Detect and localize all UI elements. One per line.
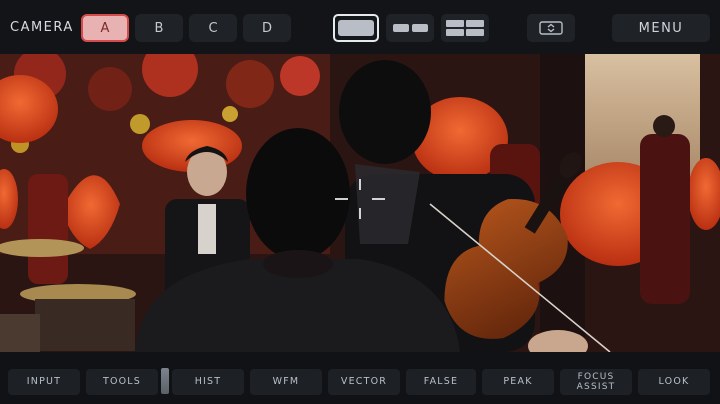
swap-arrows-icon (539, 21, 563, 35)
focus-assist-label-1: FOCUS (577, 372, 615, 382)
quad-view-button[interactable] (441, 14, 489, 42)
single-view-icon (338, 20, 374, 36)
single-view-button[interactable] (333, 14, 379, 42)
slider-handle[interactable] (161, 368, 169, 394)
vector-button[interactable]: VECTOR (328, 369, 400, 395)
camera-viewport[interactable] (0, 54, 720, 352)
dual-view-button[interactable] (386, 14, 434, 42)
quad-view-icon (446, 20, 484, 36)
camera-label: CAMERA (10, 20, 74, 35)
bottom-toolbar: INPUT TOOLS HIST WFM VECTOR FALSE PEAK F… (0, 352, 720, 404)
dual-view-icon (392, 24, 428, 32)
top-bar: CAMERA A B C D MENU (0, 0, 720, 54)
input-button[interactable]: INPUT (8, 369, 80, 395)
camera-b-button[interactable]: B (135, 14, 183, 42)
wfm-button[interactable]: WFM (250, 369, 322, 395)
false-color-button[interactable]: FALSE (406, 369, 476, 395)
focus-assist-label-2: ASSIST (576, 382, 616, 392)
camera-d-button[interactable]: D (243, 14, 291, 42)
focus-assist-button[interactable]: FOCUS ASSIST (560, 369, 632, 395)
swap-button[interactable] (527, 14, 575, 42)
video-frame (0, 54, 720, 352)
peak-button[interactable]: PEAK (482, 369, 554, 395)
camera-c-button[interactable]: C (189, 14, 237, 42)
tools-button[interactable]: TOOLS (86, 369, 158, 395)
menu-button[interactable]: MENU (612, 14, 710, 42)
camera-a-button[interactable]: A (81, 14, 129, 42)
look-button[interactable]: LOOK (638, 369, 710, 395)
hist-button[interactable]: HIST (172, 369, 244, 395)
